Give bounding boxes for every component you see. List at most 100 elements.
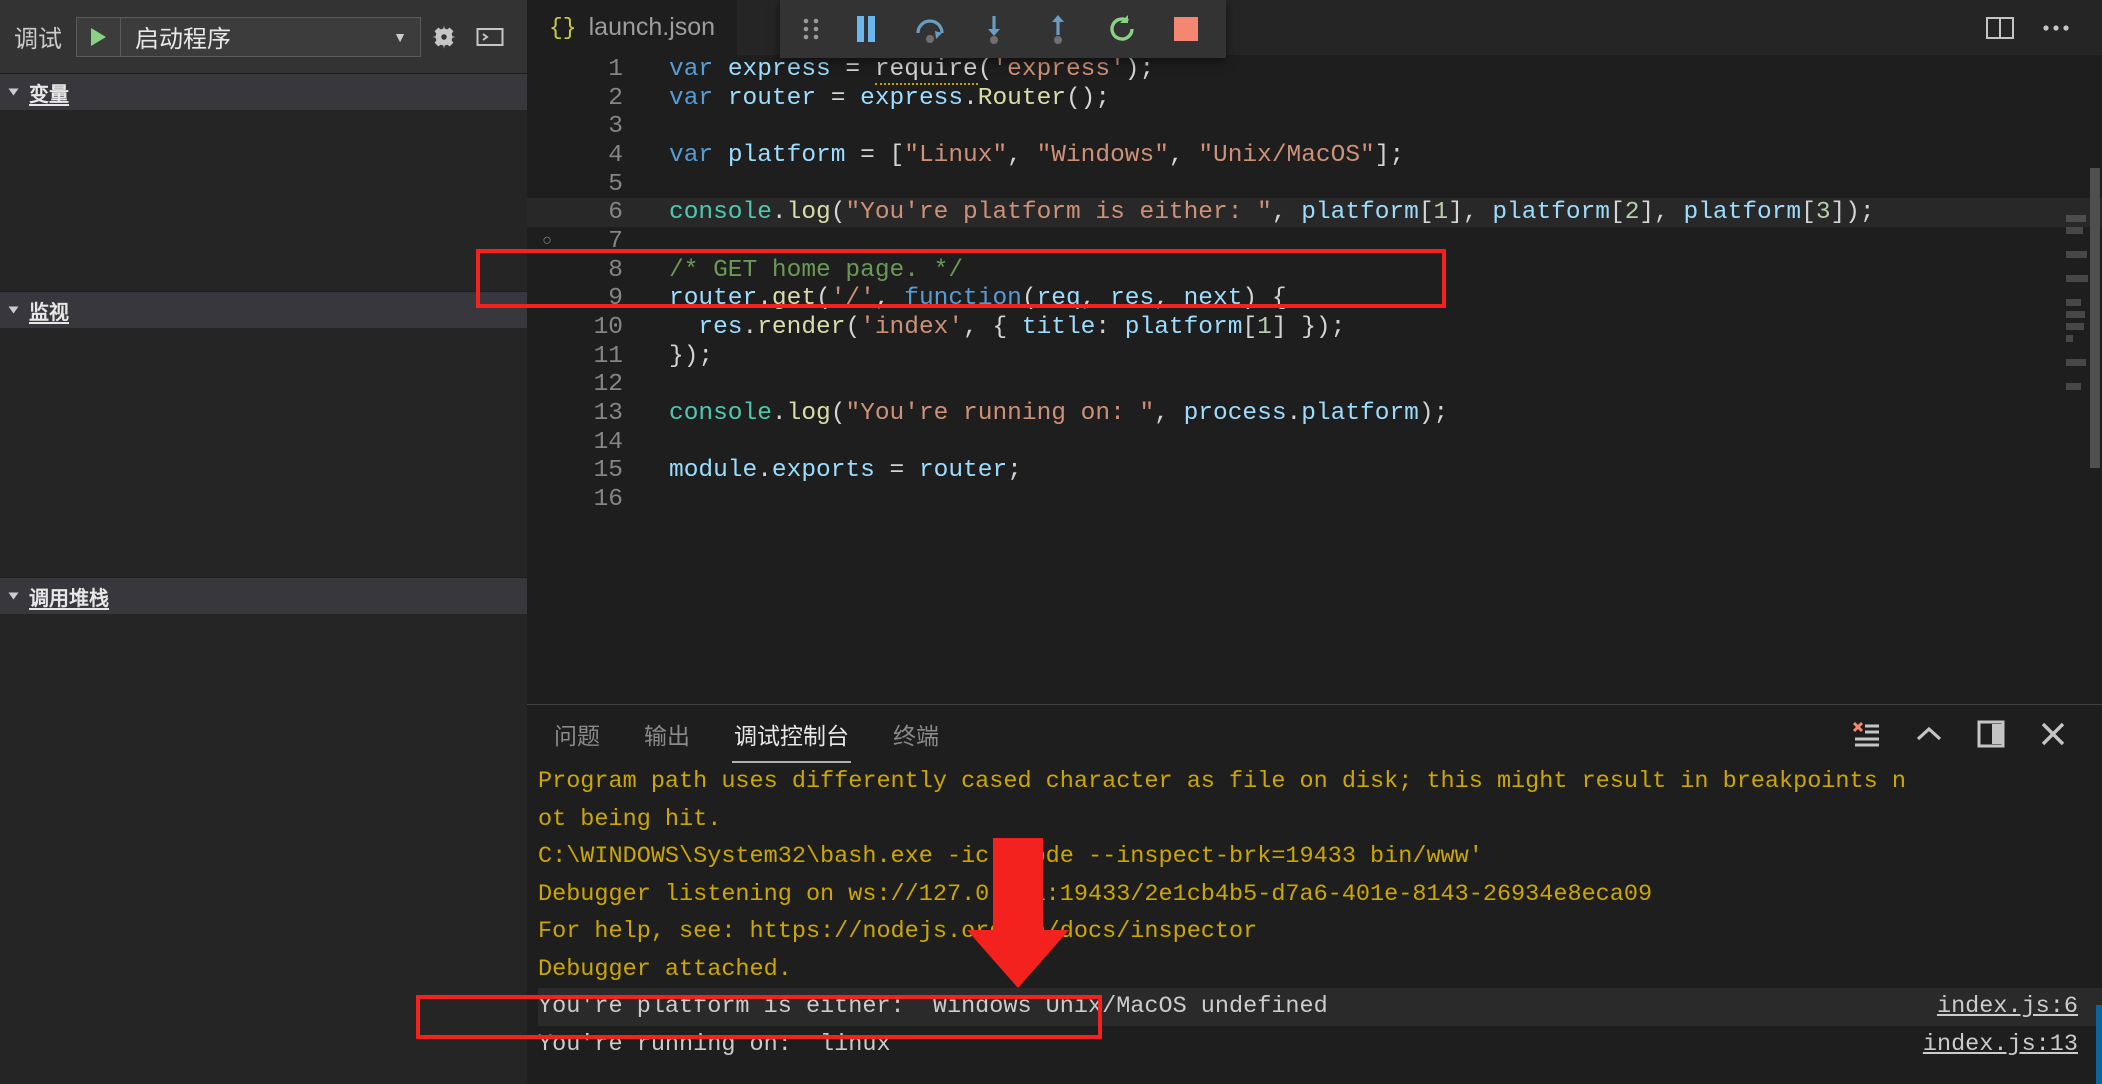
code-line[interactable]: 6 console.log("You're platform is either:…: [527, 198, 2102, 228]
step-out-icon[interactable]: [1026, 0, 1090, 58]
maximize-panel-icon[interactable]: [1960, 705, 2022, 763]
tab-launch-json[interactable]: {} launch.json: [527, 0, 738, 55]
code-token: 2: [1624, 199, 1640, 227]
code-token: .: [771, 400, 787, 428]
code-token: ,: [874, 285, 905, 313]
code-line[interactable]: ○ 7: [527, 227, 2102, 256]
code-token: 'index': [860, 314, 964, 342]
code-token: process: [1183, 400, 1287, 428]
code-token: (: [977, 55, 993, 83]
editor-scrollbar[interactable]: [2088, 110, 2102, 704]
code-token: [: [1609, 199, 1625, 227]
step-over-icon[interactable]: [898, 0, 962, 58]
code-text: console.log("You're running on: ", proce…: [623, 400, 1448, 427]
code-token: [: [1242, 314, 1258, 342]
code-text: /* GET home page. */: [623, 257, 963, 284]
scrollbar-thumb[interactable]: [2090, 168, 2100, 468]
source-location-link[interactable]: index.js:13: [1923, 1026, 2078, 1064]
drag-handle-icon[interactable]: [788, 0, 834, 58]
code-token: next: [1183, 285, 1243, 313]
code-token: req: [1036, 285, 1081, 313]
sidebar-item-watch[interactable]: 监视: [0, 291, 527, 328]
code-token: module: [669, 457, 758, 485]
code-token: =: [874, 457, 919, 485]
code-token: ,: [1168, 141, 1199, 169]
close-panel-icon[interactable]: [2022, 705, 2084, 763]
code-line[interactable]: 3: [527, 112, 2102, 141]
code-line[interactable]: 11});: [527, 342, 2102, 371]
code-line[interactable]: 15 module.exports = router;: [527, 457, 2102, 486]
code-line[interactable]: 9 router.get('/', function(req, res, next…: [527, 285, 2102, 314]
clear-console-icon[interactable]: [1836, 705, 1898, 763]
code-token: res: [698, 314, 743, 342]
code-line[interactable]: 13 console.log("You're running on: ", pro…: [527, 399, 2102, 428]
code-line[interactable]: 5: [527, 170, 2102, 199]
restart-icon[interactable]: [1090, 0, 1154, 58]
tab-output[interactable]: 输出: [642, 703, 692, 765]
code-token: ,: [1154, 400, 1184, 428]
more-actions-icon[interactable]: [2028, 2, 2084, 54]
code-line[interactable]: 4 var platform = ["Linux", "Windows", "Un…: [527, 141, 2102, 170]
breakpoint-icon[interactable]: ○: [527, 233, 567, 249]
code-token: platform: [1301, 199, 1419, 227]
debug-console-output[interactable]: Program path uses differently cased char…: [527, 763, 2102, 1084]
code-line[interactable]: 2 var router = express.Router();: [527, 84, 2102, 113]
code-token: });: [669, 342, 714, 370]
code-text: var express = require('express');: [623, 55, 1154, 85]
code-token: require: [874, 55, 978, 85]
code-token: var: [669, 55, 728, 83]
split-editor-icon[interactable]: [1972, 2, 2028, 54]
console-line-text: ot being hit.: [538, 805, 722, 833]
code-token: exports: [771, 457, 875, 485]
code-token: "Linux": [904, 141, 1008, 169]
start-debugging-button[interactable]: [77, 17, 121, 56]
code-token: platform: [1301, 400, 1419, 428]
code-token: console: [669, 400, 772, 428]
source-location-link[interactable]: index.js:6: [1937, 988, 2078, 1026]
code-token: ];: [1374, 141, 1405, 169]
minimap-line: [2066, 359, 2086, 366]
chevron-down-icon[interactable]: ▼: [380, 29, 420, 45]
gear-icon[interactable]: [421, 14, 467, 60]
code-token: platform: [727, 141, 846, 169]
sidebar-item-variables[interactable]: 变量: [0, 73, 527, 110]
minimap-line: [2066, 383, 2082, 390]
sidebar-item-call-stack[interactable]: 调用堆栈: [0, 577, 527, 614]
console-line: Debugger attached.: [538, 951, 2102, 989]
code-line[interactable]: 1 var express = require('express');: [527, 55, 2102, 85]
tab-problems[interactable]: 问题: [552, 703, 602, 765]
code-token: 1: [1257, 314, 1272, 342]
code-token: :: [1095, 314, 1125, 342]
tab-terminal[interactable]: 终端: [891, 703, 941, 765]
step-into-icon[interactable]: [962, 0, 1026, 58]
stop-icon[interactable]: [1154, 0, 1218, 58]
code-token: ,: [1154, 285, 1184, 313]
variables-pane-body: [0, 110, 527, 291]
chevron-down-icon: [8, 306, 19, 314]
code-token: (: [816, 285, 831, 313]
code-line[interactable]: 14: [527, 428, 2102, 457]
code-token: "You're running on: ": [845, 400, 1155, 428]
minimap-line: [2066, 227, 2084, 234]
code-line[interactable]: 16: [527, 485, 2102, 514]
code-line[interactable]: 8 /* GET home page. */: [527, 256, 2102, 285]
call-stack-pane-title: 调用堆栈: [29, 587, 109, 610]
code-line[interactable]: 12: [527, 371, 2102, 400]
code-token: router: [727, 84, 817, 112]
minimap-line: [2066, 311, 2086, 318]
chevron-up-icon[interactable]: [1898, 705, 1960, 763]
pause-icon[interactable]: [834, 0, 898, 58]
launch-config-select[interactable]: 启动程序 ▼: [76, 16, 421, 57]
minimap-line: [2066, 323, 2084, 330]
code-line[interactable]: 10 res.render('index', { title: platform…: [527, 313, 2102, 342]
code-token: [: [1801, 199, 1816, 227]
line-number: 11: [593, 342, 623, 370]
minimap[interactable]: [2066, 215, 2088, 635]
open-debug-console-icon[interactable]: [467, 14, 513, 60]
tab-debug-console[interactable]: 调试控制台: [732, 703, 851, 765]
code-token: "You're platform is either: ": [845, 199, 1272, 227]
code-token: .: [742, 314, 758, 342]
debug-section-label: 调试: [14, 26, 62, 53]
code-token: var: [669, 141, 728, 169]
code-editor[interactable]: 1 var express = require('express'); 2 var r…: [527, 55, 2102, 704]
